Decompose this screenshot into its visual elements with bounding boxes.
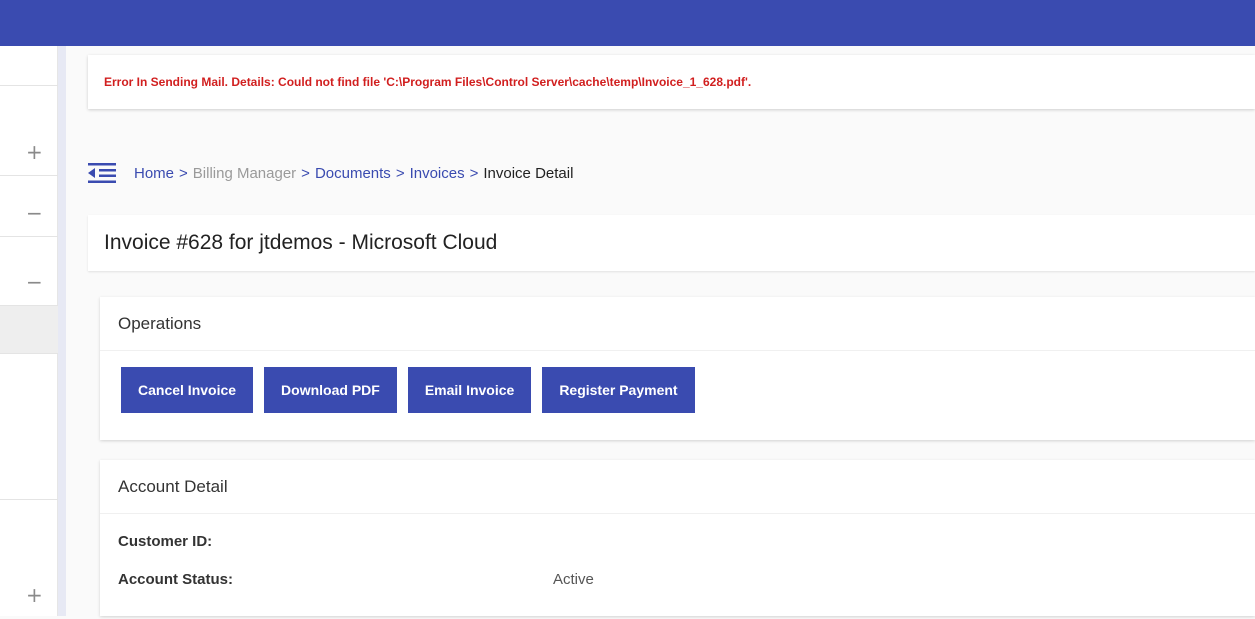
sidebar-expand-button[interactable]: + bbox=[0, 128, 58, 176]
sidebar-row-blank bbox=[0, 452, 58, 500]
breadcrumb-billing-manager: Billing Manager bbox=[192, 164, 297, 182]
detail-row-account-status: Account Status: Active bbox=[100, 560, 1255, 598]
account-detail-heading: Account Detail bbox=[100, 460, 1255, 514]
operations-button-group: Cancel Invoice Download PDF Email Invoic… bbox=[100, 351, 1255, 413]
sidebar-collapse-button[interactable]: − bbox=[0, 258, 58, 306]
breadcrumb-documents-link[interactable]: Documents bbox=[315, 165, 391, 182]
sidebar-row-blank bbox=[0, 46, 58, 86]
account-detail-panel: Account Detail Customer ID: Account Stat… bbox=[100, 460, 1255, 616]
minus-icon: − bbox=[26, 200, 43, 225]
detail-row-customer-id: Customer ID: bbox=[100, 522, 1255, 560]
breadcrumb-separator: > bbox=[179, 164, 188, 182]
top-app-bar bbox=[0, 0, 1255, 46]
error-message-text: Error In Sending Mail. Details: Could no… bbox=[104, 75, 752, 89]
sidebar-item-selected[interactable] bbox=[0, 306, 58, 354]
email-invoice-button[interactable]: Email Invoice bbox=[407, 367, 532, 413]
sidebar-collapse-button[interactable]: − bbox=[0, 189, 58, 237]
operations-heading: Operations bbox=[100, 297, 1255, 351]
minus-icon: − bbox=[26, 269, 43, 294]
sidebar-divider bbox=[58, 46, 66, 616]
register-payment-button[interactable]: Register Payment bbox=[542, 367, 695, 413]
cancel-invoice-button[interactable]: Cancel Invoice bbox=[121, 367, 254, 413]
plus-icon: + bbox=[26, 139, 43, 164]
breadcrumb: Home > Billing Manager > Documents > Inv… bbox=[88, 158, 573, 188]
page-title-text: Invoice #628 for jtdemos - Microsoft Clo… bbox=[104, 231, 498, 254]
operations-panel: Operations Cancel Invoice Download PDF E… bbox=[100, 297, 1255, 440]
download-pdf-button[interactable]: Download PDF bbox=[264, 367, 397, 413]
sidebar-expand-button[interactable]: + bbox=[0, 571, 58, 619]
breadcrumb-invoices-link[interactable]: Invoices bbox=[410, 165, 465, 182]
menu-collapse-icon[interactable] bbox=[88, 162, 116, 184]
breadcrumb-separator: > bbox=[469, 164, 479, 182]
breadcrumb-current: Invoice Detail bbox=[483, 164, 574, 182]
customer-id-label: Customer ID: bbox=[118, 532, 213, 550]
sidebar: + − − + bbox=[0, 46, 58, 616]
page-title: Invoice #628 for jtdemos - Microsoft Clo… bbox=[88, 215, 1255, 271]
error-message-banner: Error In Sending Mail. Details: Could no… bbox=[88, 55, 1255, 109]
breadcrumb-home-link[interactable]: Home bbox=[134, 165, 174, 182]
account-status-label: Account Status: bbox=[118, 570, 234, 588]
breadcrumb-separator: > bbox=[395, 164, 405, 182]
breadcrumb-separator: > bbox=[301, 164, 310, 182]
account-status-value: Active bbox=[553, 570, 594, 588]
plus-icon: + bbox=[26, 583, 43, 607]
